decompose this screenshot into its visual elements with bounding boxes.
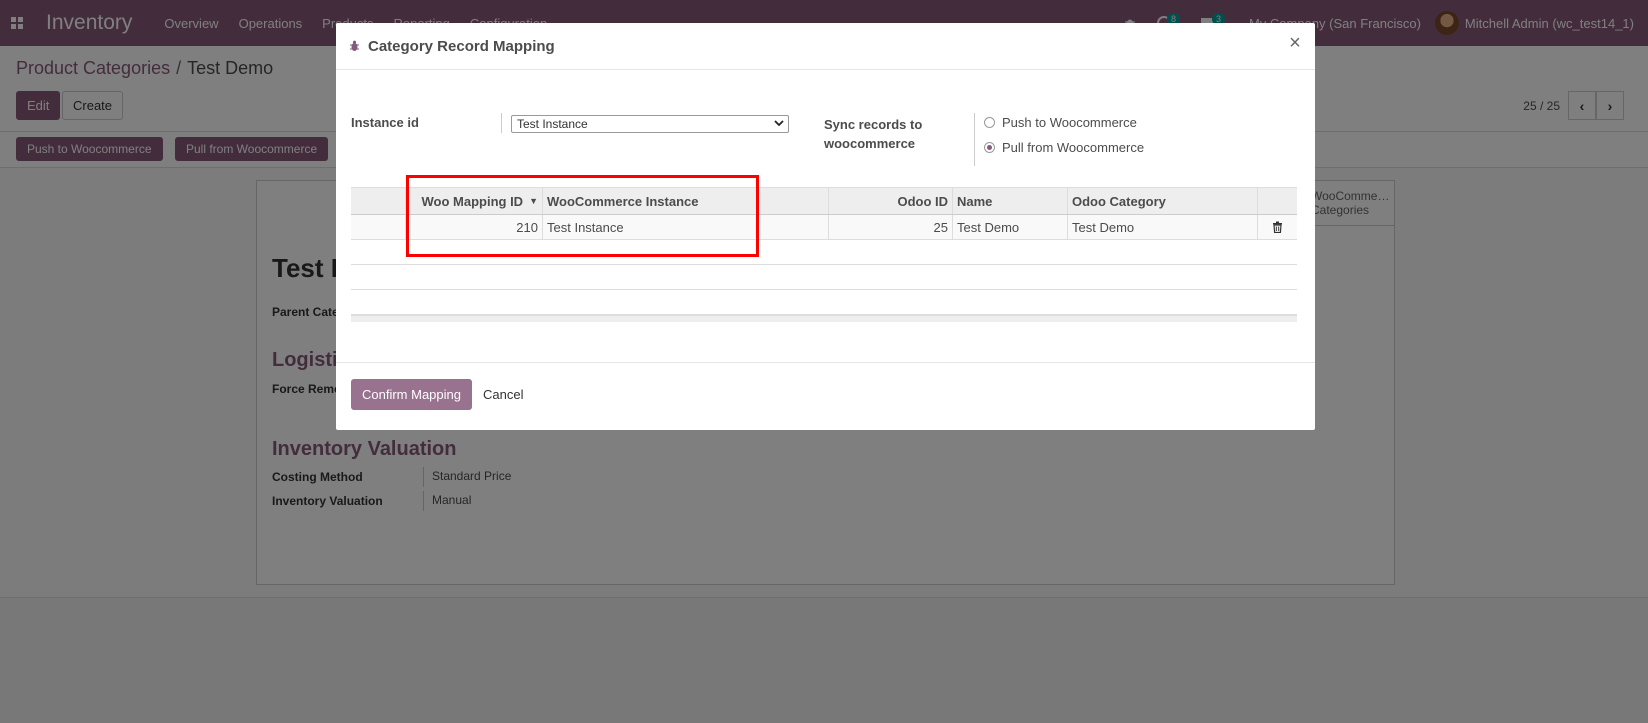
modal-title: Category Record Mapping	[368, 37, 555, 55]
column-woocommerce-instance[interactable]: WooCommerce Instance	[543, 188, 829, 214]
cell-name: Test Demo	[953, 215, 1068, 239]
radio-label: Push to Woocommerce	[1002, 115, 1137, 130]
instance-select[interactable]: Test Instance	[511, 115, 789, 133]
radio-push-to-woocommerce[interactable]: Push to Woocommerce	[984, 115, 1137, 130]
header-spacer	[1258, 188, 1297, 214]
empty-row	[351, 265, 1297, 290]
instance-id-label: Instance id	[351, 115, 419, 130]
cell-odoo-id: 25	[829, 215, 953, 239]
column-label: Woo Mapping ID	[421, 193, 524, 209]
sort-descending-icon: ▼	[529, 196, 538, 206]
trash-icon[interactable]	[1258, 215, 1297, 239]
table-row[interactable]: 210 Test Instance 25 Test Demo Test Demo	[351, 215, 1297, 240]
chevron-down-icon	[774, 120, 784, 127]
bug-icon	[348, 40, 360, 52]
close-icon[interactable]: ×	[1285, 32, 1305, 54]
cell-woocommerce-instance: Test Instance	[543, 215, 829, 239]
column-odoo-id[interactable]: Odoo ID	[829, 188, 953, 214]
radio-checked-icon	[984, 142, 995, 153]
empty-row	[351, 240, 1297, 265]
empty-row	[351, 290, 1297, 315]
radio-unchecked-icon	[984, 117, 995, 128]
table-header: Woo Mapping ID ▼ WooCommerce Instance Od…	[351, 187, 1297, 215]
column-woo-mapping-id[interactable]: Woo Mapping ID ▼	[406, 188, 543, 214]
modal-footer: Confirm Mapping Cancel	[336, 362, 1315, 430]
header-spacer	[351, 188, 406, 214]
radio-pull-from-woocommerce[interactable]: Pull from Woocommerce	[984, 140, 1144, 155]
instance-select-value: Test Instance	[517, 117, 588, 131]
table-footer	[351, 315, 1297, 322]
row-spacer	[351, 215, 406, 239]
category-record-mapping-dialog: Category Record Mapping × Instance id Te…	[336, 23, 1315, 430]
radio-label: Pull from Woocommerce	[1002, 140, 1145, 155]
mapping-table: Woo Mapping ID ▼ WooCommerce Instance Od…	[351, 187, 1297, 322]
modal-header: Category Record Mapping ×	[336, 23, 1315, 70]
cancel-button[interactable]: Cancel	[472, 379, 534, 410]
cell-odoo-category: Test Demo	[1068, 215, 1258, 239]
sync-records-label: Sync records to woocommerce	[824, 117, 923, 151]
confirm-mapping-button[interactable]: Confirm Mapping	[351, 379, 472, 410]
column-odoo-category[interactable]: Odoo Category	[1068, 188, 1258, 214]
cell-woo-mapping-id: 210	[406, 215, 543, 239]
field-divider	[501, 113, 502, 133]
field-divider	[974, 113, 975, 166]
column-name[interactable]: Name	[953, 188, 1068, 214]
